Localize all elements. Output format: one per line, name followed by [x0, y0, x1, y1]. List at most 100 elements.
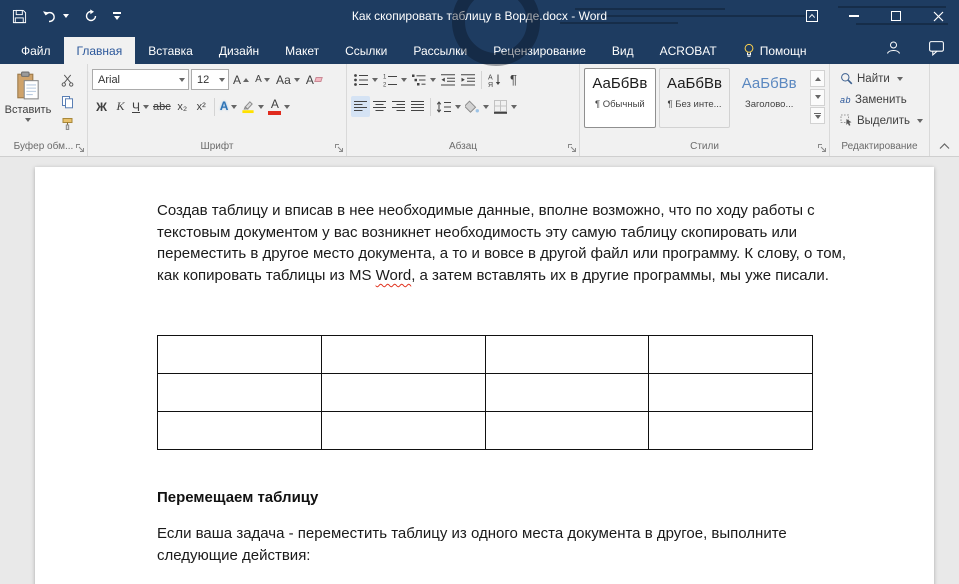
table-cell[interactable] — [485, 336, 649, 374]
numbering-button[interactable]: 12 — [380, 69, 409, 90]
cut-button[interactable] — [56, 70, 78, 90]
table-cell[interactable] — [649, 336, 813, 374]
tab-design[interactable]: Дизайн — [206, 37, 272, 64]
strikethrough-button[interactable]: abc — [151, 96, 173, 117]
tab-references[interactable]: Ссылки — [332, 37, 400, 64]
multilevel-list-button[interactable] — [409, 69, 438, 90]
shrink-font-button[interactable]: А — [253, 69, 272, 90]
close-button[interactable] — [917, 0, 959, 32]
format-painter-button[interactable] — [56, 114, 78, 134]
tab-tell-me[interactable]: Помощн — [730, 37, 820, 64]
underline-button[interactable]: Ч — [130, 96, 151, 117]
select-button[interactable]: Выделить — [836, 110, 925, 131]
table-cell[interactable] — [485, 374, 649, 412]
comment-icon[interactable] — [928, 40, 945, 56]
table-cell[interactable] — [158, 412, 322, 450]
style-no-spacing[interactable]: АаБбВв ¶ Без инте... — [659, 68, 731, 128]
tab-file[interactable]: Файл — [8, 37, 64, 64]
style-heading1[interactable]: АаБбВв Заголово... — [733, 68, 805, 128]
font-size-combo[interactable]: 12 — [191, 69, 229, 90]
table-cell[interactable] — [485, 412, 649, 450]
find-button[interactable]: Найти — [836, 68, 925, 89]
tab-insert[interactable]: Вставка — [135, 37, 206, 64]
document-heading[interactable]: Перемещаем таблицу — [157, 489, 318, 506]
borders-button[interactable] — [491, 96, 519, 117]
redo-button[interactable] — [84, 9, 98, 23]
table-cell[interactable] — [158, 336, 322, 374]
font-dialog-launcher[interactable] — [334, 143, 344, 153]
align-right-button[interactable] — [389, 96, 408, 117]
tab-acrobat[interactable]: ACROBAT — [647, 37, 730, 64]
table-cell[interactable] — [158, 374, 322, 412]
save-button[interactable] — [12, 9, 27, 24]
text-effects-icon: А — [220, 101, 229, 112]
highlight-color-button[interactable] — [239, 96, 266, 117]
ribbon-display-options-button[interactable] — [791, 0, 833, 32]
table-cell[interactable] — [649, 412, 813, 450]
font-color-button[interactable]: А — [266, 96, 292, 117]
bold-button[interactable]: Ж — [92, 96, 111, 117]
tab-home[interactable]: Главная — [64, 37, 136, 64]
svg-text:Я: Я — [488, 81, 493, 86]
show-paragraph-marks-button[interactable]: ¶ — [504, 69, 523, 90]
styles-dialog-launcher[interactable] — [817, 143, 827, 153]
maximize-button[interactable] — [875, 0, 917, 32]
styles-gallery-scroll — [810, 68, 825, 126]
paragraph-2[interactable]: Если ваша задача - переместить таблицу и… — [157, 523, 851, 566]
replace-button[interactable]: ab Заменить — [836, 89, 925, 110]
paragraph-1[interactable]: Создав таблицу и вписав в нее необходимы… — [157, 200, 851, 286]
tab-review[interactable]: Рецензирование — [480, 37, 599, 64]
table-cell[interactable] — [321, 412, 485, 450]
clipboard-dialog-launcher[interactable] — [75, 143, 85, 153]
shading-button[interactable] — [463, 96, 491, 117]
tab-layout[interactable]: Макет — [272, 37, 332, 64]
undo-button[interactable] — [42, 9, 69, 23]
svg-text:2: 2 — [383, 82, 387, 87]
clear-formatting-button[interactable]: А — [304, 69, 324, 90]
clipboard-group: Вставить — [0, 64, 88, 156]
minimize-button[interactable] — [833, 0, 875, 32]
styles-group: АаБбВв ¶ Обычный АаБбВв ¶ Без инте... Аа… — [580, 64, 830, 156]
sign-in-icon[interactable] — [885, 40, 902, 56]
document-page[interactable]: Создав таблицу и вписав в нее необходимы… — [35, 167, 934, 584]
align-left-button[interactable] — [351, 96, 370, 117]
bullets-button[interactable] — [351, 69, 380, 90]
subscript-button[interactable]: x₂ — [173, 96, 192, 117]
grow-font-button[interactable]: А — [231, 69, 251, 90]
change-case-button[interactable]: Аа — [274, 69, 302, 90]
tab-view[interactable]: Вид — [599, 37, 647, 64]
font-color-icon: А — [271, 99, 279, 110]
italic-button[interactable]: К — [111, 96, 130, 117]
paragraph-dialog-launcher[interactable] — [567, 143, 577, 153]
style-normal[interactable]: АаБбВв ¶ Обычный — [584, 68, 656, 128]
customize-qat-button[interactable] — [113, 12, 121, 20]
paste-label: Вставить — [5, 104, 52, 116]
table-cell[interactable] — [321, 374, 485, 412]
collapse-ribbon-button[interactable] — [939, 143, 950, 150]
styles-scroll-down-button[interactable] — [810, 89, 825, 106]
tabrow-right-icons — [885, 32, 945, 64]
document-table[interactable] — [157, 335, 813, 450]
titlebar-decoration — [575, 8, 725, 10]
increase-indent-button[interactable] — [458, 69, 478, 90]
tab-mailings[interactable]: Рассылки — [400, 37, 480, 64]
numbering-icon: 12 — [382, 73, 398, 87]
styles-scroll-up-button[interactable] — [810, 70, 825, 87]
style-name: Заголово... — [745, 99, 793, 110]
superscript-button[interactable]: x² — [192, 96, 211, 117]
font-name-combo[interactable]: Arial — [92, 69, 189, 90]
justify-button[interactable] — [408, 96, 427, 117]
sort-button[interactable]: АЯ — [485, 69, 504, 90]
align-center-button[interactable] — [370, 96, 389, 117]
font-group-label: Шрифт — [88, 139, 346, 156]
copy-button[interactable] — [56, 92, 78, 112]
chevron-down-icon — [231, 105, 237, 109]
decrease-indent-button[interactable] — [438, 69, 458, 90]
styles-gallery-more-button[interactable] — [810, 107, 825, 124]
line-spacing-button[interactable] — [434, 96, 463, 117]
table-cell[interactable] — [321, 336, 485, 374]
text-effects-button[interactable]: А — [218, 96, 240, 117]
table-cell[interactable] — [649, 374, 813, 412]
paste-button[interactable]: Вставить — [4, 68, 52, 134]
minimize-icon — [849, 15, 859, 17]
